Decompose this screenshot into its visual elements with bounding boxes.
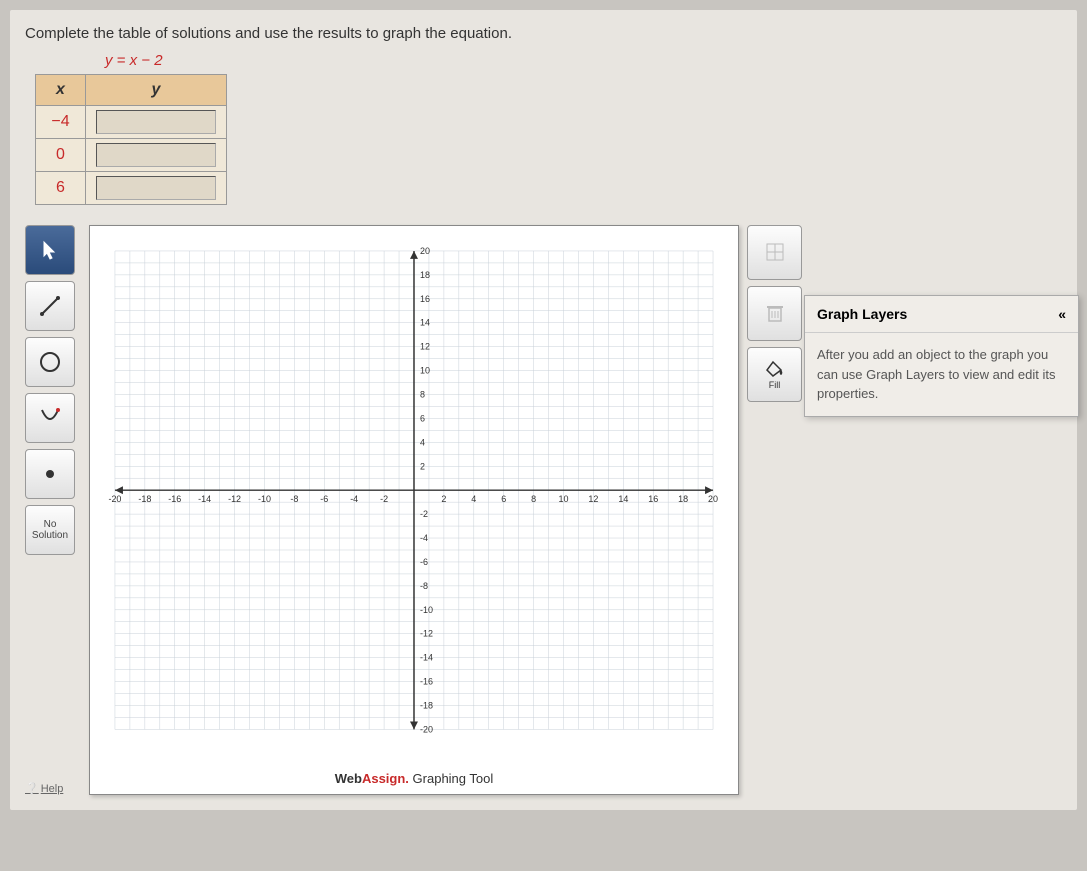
svg-text:12: 12 (588, 494, 598, 504)
svg-text:6: 6 (420, 413, 425, 423)
curve-tool[interactable] (25, 393, 75, 443)
svg-text:20: 20 (708, 494, 718, 504)
svg-text:-14: -14 (420, 653, 433, 663)
svg-text:14: 14 (420, 318, 430, 328)
svg-text:-12: -12 (420, 629, 433, 639)
help-icon: ❔ (25, 782, 39, 795)
x-value: 6 (36, 172, 86, 205)
table-row: 0 (36, 139, 227, 172)
svg-text:16: 16 (420, 294, 430, 304)
svg-text:8: 8 (531, 494, 536, 504)
svg-text:6: 6 (501, 494, 506, 504)
svg-text:-6: -6 (420, 557, 428, 567)
point-icon (38, 462, 62, 486)
svg-text:10: 10 (420, 366, 430, 376)
svg-text:18: 18 (420, 270, 430, 280)
graph-canvas[interactable]: -20 -18 -16 -14 -12 -10 -8 -6 -4 -2 2 4 6 8 10 12 14 16 18… (89, 225, 739, 795)
svg-text:-18: -18 (420, 700, 433, 710)
svg-text:-10: -10 (258, 494, 271, 504)
svg-text:-16: -16 (168, 494, 181, 504)
delete-button[interactable] (747, 286, 802, 341)
help-link[interactable]: ❔ Help (25, 782, 81, 795)
svg-text:2: 2 (420, 461, 425, 471)
pointer-tool[interactable] (25, 225, 75, 275)
svg-text:-18: -18 (138, 494, 151, 504)
brand-assign: Assign. (362, 771, 409, 786)
col-header-x: x (36, 75, 86, 106)
svg-text:4: 4 (420, 437, 425, 447)
svg-text:-2: -2 (420, 509, 428, 519)
line-tool[interactable] (25, 281, 75, 331)
svg-text:-8: -8 (420, 581, 428, 591)
point-tool[interactable] (25, 449, 75, 499)
brand-web: Web (335, 771, 362, 786)
layers-title: Graph Layers (817, 306, 907, 322)
y-input[interactable] (96, 143, 216, 167)
graph-button[interactable] (747, 225, 802, 280)
svg-text:2: 2 (441, 494, 446, 504)
fill-icon (765, 360, 785, 378)
layers-body-text: After you add an object to the graph you… (805, 333, 1078, 416)
circle-icon (38, 350, 62, 374)
right-toolbar: Fill (747, 225, 812, 795)
collapse-icon[interactable]: « (1058, 306, 1066, 322)
pointer-icon (42, 240, 58, 260)
x-value: 0 (36, 139, 86, 172)
left-toolbar: No Solution ❔ Help (25, 225, 81, 795)
svg-text:14: 14 (618, 494, 628, 504)
y-input[interactable] (96, 176, 216, 200)
svg-text:-12: -12 (228, 494, 241, 504)
help-label: Help (41, 783, 64, 795)
brand-tool: Graphing Tool (409, 771, 493, 786)
fill-btn-label: Fill (769, 380, 781, 390)
circle-tool[interactable] (25, 337, 75, 387)
branding-text: WebAssign. Graphing Tool (335, 771, 494, 786)
svg-text:-14: -14 (198, 494, 211, 504)
line-icon (38, 294, 62, 318)
layers-header: Graph Layers « (805, 296, 1078, 333)
svg-text:4: 4 (471, 494, 476, 504)
curve-icon (38, 406, 62, 430)
instruction-text: Complete the table of solutions and use … (25, 25, 1062, 42)
table-row: −4 (36, 106, 227, 139)
svg-text:8: 8 (420, 389, 425, 399)
coordinate-grid: -20 -18 -16 -14 -12 -10 -8 -6 -4 -2 2 4 6 8 10 12 14 16 18… (100, 236, 728, 744)
graph-layers-panel: Graph Layers « After you add an object t… (804, 295, 1079, 417)
svg-text:-4: -4 (350, 494, 358, 504)
svg-text:-2: -2 (380, 494, 388, 504)
x-value: −4 (36, 106, 86, 139)
equation-text: y = x − 2 (105, 52, 1062, 69)
svg-text:16: 16 (648, 494, 658, 504)
svg-text:12: 12 (420, 342, 430, 352)
svg-text:-16: -16 (420, 677, 433, 687)
svg-text:-6: -6 (320, 494, 328, 504)
graph-icon (765, 242, 785, 262)
col-header-y: y (86, 75, 227, 106)
svg-text:-4: -4 (420, 533, 428, 543)
svg-text:-20: -20 (108, 494, 121, 504)
table-row: 6 (36, 172, 227, 205)
svg-text:-20: -20 (420, 724, 433, 734)
svg-text:-8: -8 (290, 494, 298, 504)
svg-text:10: 10 (559, 494, 569, 504)
svg-text:20: 20 (420, 246, 430, 256)
trash-icon (766, 303, 784, 323)
y-input[interactable] (96, 110, 216, 134)
fill-button[interactable]: Fill (747, 347, 802, 402)
solutions-table: x y −4 0 6 (35, 74, 227, 205)
svg-text:18: 18 (678, 494, 688, 504)
svg-text:-10: -10 (420, 605, 433, 615)
no-solution-tool[interactable]: No Solution (25, 505, 75, 555)
